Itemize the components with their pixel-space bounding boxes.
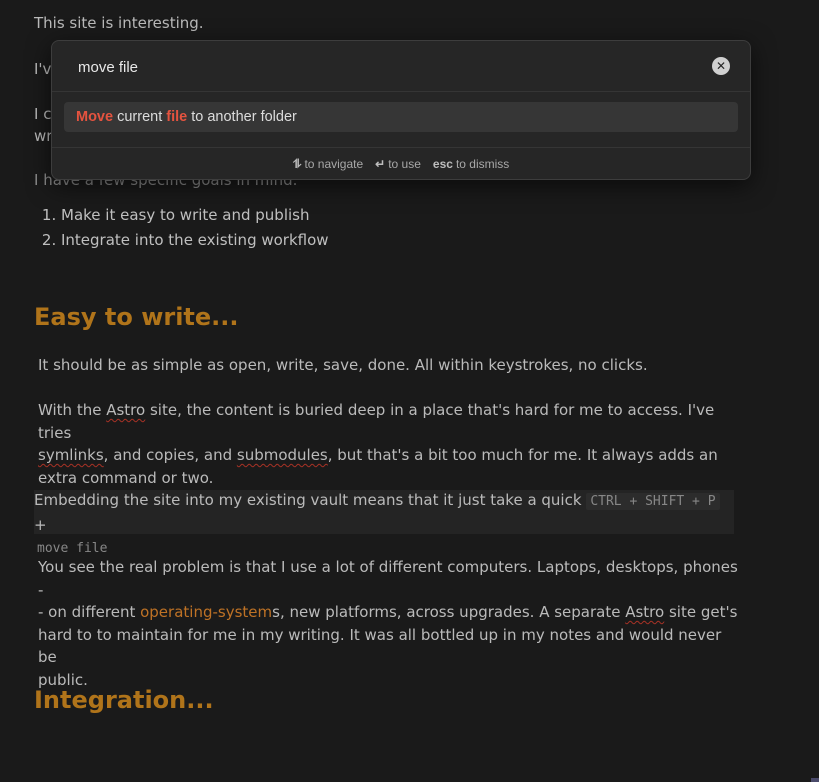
hint-dismiss: esc to dismiss — [432, 157, 510, 171]
palette-search-row: ✕ — [52, 41, 750, 92]
match-highlight: file — [166, 109, 188, 125]
navigate-arrows-icon: ⥮ — [292, 156, 302, 171]
match-highlight: Move — [76, 109, 114, 125]
enter-key-icon: ↵ — [375, 157, 386, 171]
palette-hints: ⥮ to navigate ↵ to use esc to dismiss — [52, 147, 750, 180]
suggestion-item-move-file[interactable]: Move current file to another folder — [64, 102, 738, 132]
resize-corner — [811, 778, 819, 782]
close-icon: ✕ — [715, 59, 727, 73]
hint-navigate: ⥮ to navigate — [292, 156, 364, 171]
esc-key: esc — [432, 157, 453, 171]
command-search-input[interactable] — [76, 53, 680, 81]
command-palette: ✕ Move current file to another folder ⥮t… — [51, 40, 751, 180]
hint-use: ↵ to use — [375, 157, 421, 171]
clear-search-button[interactable]: ✕ — [712, 57, 730, 75]
